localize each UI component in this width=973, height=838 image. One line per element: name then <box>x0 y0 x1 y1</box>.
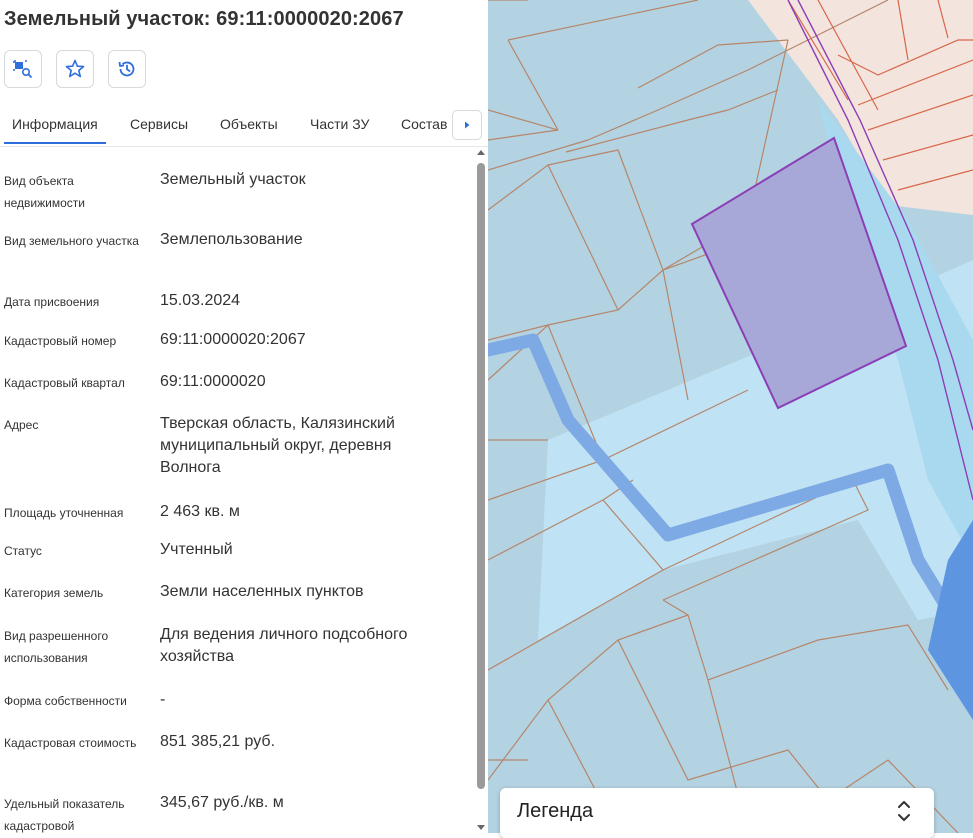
tab-parts[interactable]: Части ЗУ <box>310 104 369 144</box>
map-legend[interactable]: Легенда <box>500 788 934 838</box>
expand-collapse-icon[interactable] <box>896 798 912 824</box>
info-row-value: Учтенный <box>160 541 233 558</box>
tab-bar: Информация Сервисы Объекты Части ЗУ Сост… <box>0 104 488 147</box>
info-row-value: 345,67 руб./кв. м <box>160 794 284 811</box>
info-panel: Земельный участок: 69:11:0000020:2067 Ин… <box>0 0 488 833</box>
info-row-label: Дата присвоения <box>4 295 100 309</box>
page-title: Земельный участок: 69:11:0000020:2067 <box>4 8 404 30</box>
locate-on-map-icon <box>13 60 33 79</box>
tab-info[interactable]: Информация <box>4 104 106 144</box>
map-canvas[interactable] <box>488 0 973 833</box>
info-scrollbar[interactable] <box>475 150 487 833</box>
info-row-value[interactable]: 69:11:0000020 <box>160 371 455 393</box>
tabs-scroll-right-button[interactable] <box>452 110 482 140</box>
info-row-label: Вид разрешенного использования <box>4 629 109 665</box>
info-row-label: Удельный показатель кадастровой <box>4 797 125 833</box>
tab-objects[interactable]: Объекты <box>220 104 278 144</box>
info-row-value: Земли населенных пунктов <box>160 583 364 600</box>
tab-services[interactable]: Сервисы <box>130 104 188 144</box>
locate-on-map-button[interactable] <box>4 50 42 88</box>
history-icon <box>118 61 135 77</box>
info-row-label: Кадастровый номер <box>4 334 117 348</box>
info-row-value: 15.03.2024 <box>160 292 241 309</box>
info-row-label: Категория земель <box>4 586 104 600</box>
scroll-up-arrow-icon[interactable] <box>477 150 485 155</box>
info-row-label: Вид земельного участка <box>4 234 139 248</box>
info-row-label: Площадь уточненная <box>4 506 124 520</box>
info-row-value: Тверская область, Калязинский муниципаль… <box>160 415 395 476</box>
info-row-label: Кадастровая стоимость <box>4 736 137 750</box>
star-icon <box>65 59 85 78</box>
info-row-value: Для ведения личного подсобного хозяйства <box>160 626 408 665</box>
info-row-label: Адрес <box>4 418 39 432</box>
scroll-down-arrow-icon[interactable] <box>477 825 485 830</box>
info-row-value: Землепользование <box>160 231 303 248</box>
info-row-label: Кадастровый квартал <box>4 376 125 390</box>
info-row-value: Земельный участок <box>160 171 306 188</box>
info-row-value: - <box>160 691 166 708</box>
info-row-value: 2 463 кв. м <box>160 503 240 520</box>
chevron-right-icon <box>465 121 470 129</box>
history-button[interactable] <box>108 50 146 88</box>
legend-title: Легенда <box>517 800 594 822</box>
info-row-label: Форма собственности <box>4 694 127 708</box>
tab-composition[interactable]: Состав <box>401 104 447 144</box>
info-row-label: Вид объекта недвижимости <box>4 174 85 210</box>
info-row-value: 851 385,21 руб. <box>160 733 276 750</box>
scrollbar-thumb[interactable] <box>477 163 485 789</box>
info-row-label: Статус <box>4 544 42 558</box>
cadastral-map[interactable] <box>488 0 973 833</box>
info-row-value[interactable]: 69:11:0000020:2067 <box>160 329 455 351</box>
favorite-button[interactable] <box>56 50 94 88</box>
